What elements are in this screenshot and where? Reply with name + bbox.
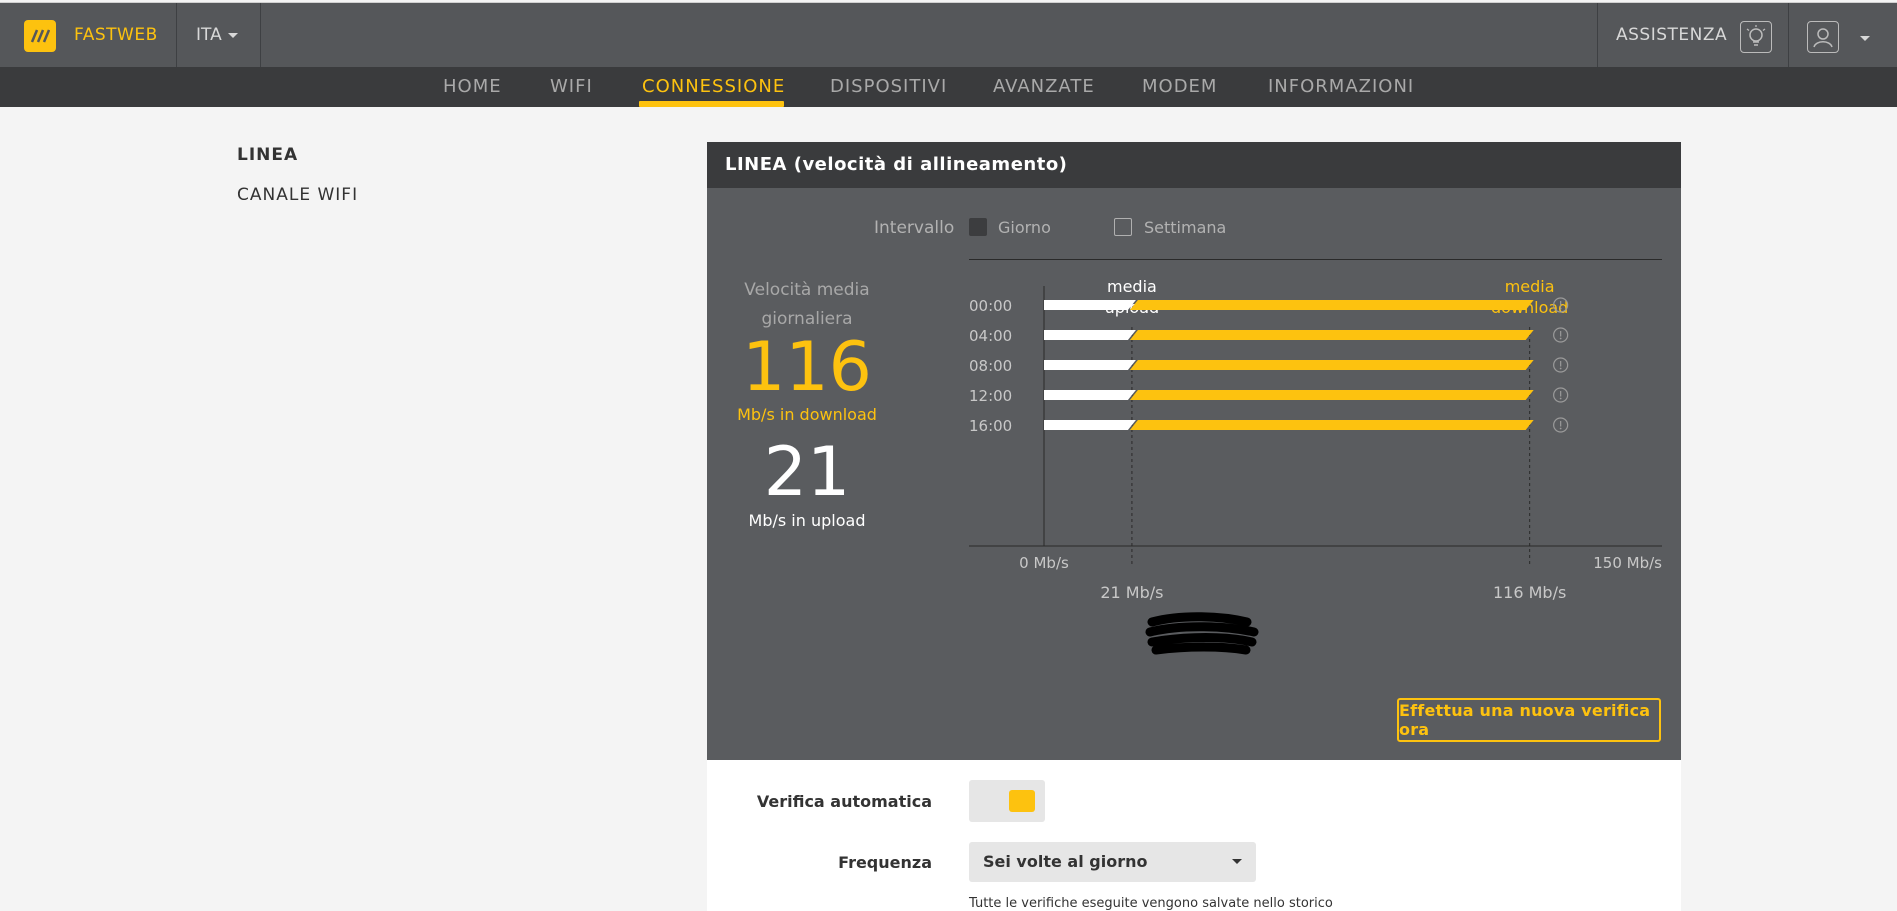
nav-connessione[interactable]: CONNESSIONE bbox=[642, 76, 785, 97]
sidebar-item-canale-wifi[interactable]: CANALE WIFI bbox=[237, 185, 358, 205]
sidebar-item-linea[interactable]: LINEA bbox=[237, 145, 298, 165]
account-menu-chevron-icon[interactable] bbox=[1860, 36, 1870, 41]
upload-average-label: 21 Mb/s bbox=[1100, 583, 1163, 602]
divider bbox=[260, 3, 261, 68]
assist-link[interactable]: ASSISTENZA bbox=[1616, 25, 1727, 45]
upload-bar bbox=[1044, 330, 1136, 340]
history-note: Tutte le verifiche eseguite vengono salv… bbox=[969, 896, 1333, 911]
language-label: ITA bbox=[196, 25, 222, 45]
x-axis-max-label: 150 Mb/s bbox=[1593, 554, 1662, 572]
divider bbox=[1597, 3, 1598, 68]
main-nav: HOME WIFI CONNESSIONE DISPOSITIVI AVANZA… bbox=[0, 67, 1897, 107]
download-bar bbox=[1129, 360, 1534, 370]
nav-modem[interactable]: MODEM bbox=[1142, 76, 1217, 97]
frequency-select[interactable]: Sei volte al giorno bbox=[969, 842, 1256, 882]
legend-upload-line1: media bbox=[1107, 277, 1157, 296]
time-tick-label: 00:00 bbox=[969, 297, 1012, 315]
download-average-label: 116 Mb/s bbox=[1493, 583, 1566, 602]
auto-verify-label: Verifica automatica bbox=[756, 792, 932, 811]
upload-bar bbox=[1044, 300, 1136, 310]
upload-bar bbox=[1044, 420, 1136, 430]
upload-bar bbox=[1044, 390, 1136, 400]
active-tab-indicator bbox=[639, 101, 784, 107]
settings-section: Verifica automatica Frequenza Sei volte … bbox=[707, 760, 1681, 911]
frequency-label: Frequenza bbox=[838, 853, 932, 872]
download-bar bbox=[1129, 390, 1534, 400]
x-axis-min-label: 0 Mb/s bbox=[1019, 554, 1069, 572]
nav-wifi[interactable]: WIFI bbox=[550, 76, 593, 97]
nav-avanzate[interactable]: AVANZATE bbox=[993, 76, 1095, 97]
language-selector[interactable]: ITA bbox=[196, 25, 238, 45]
time-tick-label: 12:00 bbox=[969, 387, 1012, 405]
time-tick-label: 16:00 bbox=[969, 417, 1012, 435]
info-icon-dot bbox=[1559, 367, 1562, 370]
brand-name[interactable]: FASTWEB bbox=[74, 25, 158, 45]
fastweb-logo-icon[interactable] bbox=[24, 20, 56, 52]
nav-informazioni[interactable]: INFORMAZIONI bbox=[1268, 76, 1414, 97]
info-icon-dot bbox=[1559, 397, 1562, 400]
linea-panel: LINEA (velocità di allineamento) Interva… bbox=[707, 142, 1681, 760]
time-tick-label: 04:00 bbox=[969, 327, 1012, 345]
info-icon-dot bbox=[1559, 427, 1562, 430]
info-icon-dot bbox=[1559, 307, 1562, 310]
upload-bar bbox=[1044, 360, 1136, 370]
top-bar: FASTWEB ITA ASSISTENZA bbox=[0, 2, 1897, 68]
download-bar bbox=[1129, 300, 1534, 310]
chevron-down-icon bbox=[1232, 859, 1242, 864]
chevron-down-icon bbox=[227, 32, 238, 38]
new-verify-button[interactable]: Effettua una nuova verifica ora bbox=[1397, 698, 1661, 742]
frequency-selected-value: Sei volte al giorno bbox=[983, 852, 1148, 871]
toggle-knob bbox=[1009, 790, 1035, 812]
nav-dispositivi[interactable]: DISPOSITIVI bbox=[830, 76, 947, 97]
user-avatar-icon[interactable] bbox=[1807, 21, 1839, 53]
divider bbox=[176, 3, 177, 68]
lightbulb-icon[interactable] bbox=[1740, 21, 1772, 53]
nav-home[interactable]: HOME bbox=[443, 76, 502, 97]
redacted-scribble bbox=[1145, 612, 1259, 655]
auto-verify-toggle[interactable] bbox=[969, 780, 1045, 822]
legend-download-line1: media bbox=[1505, 277, 1555, 296]
download-bar bbox=[1129, 420, 1534, 430]
speed-chart: mediauploadmediadownload00:0004:0008:001… bbox=[969, 277, 1662, 602]
time-tick-label: 08:00 bbox=[969, 357, 1012, 375]
divider bbox=[1788, 3, 1789, 68]
download-bar bbox=[1129, 330, 1534, 340]
info-icon-dot bbox=[1559, 337, 1562, 340]
